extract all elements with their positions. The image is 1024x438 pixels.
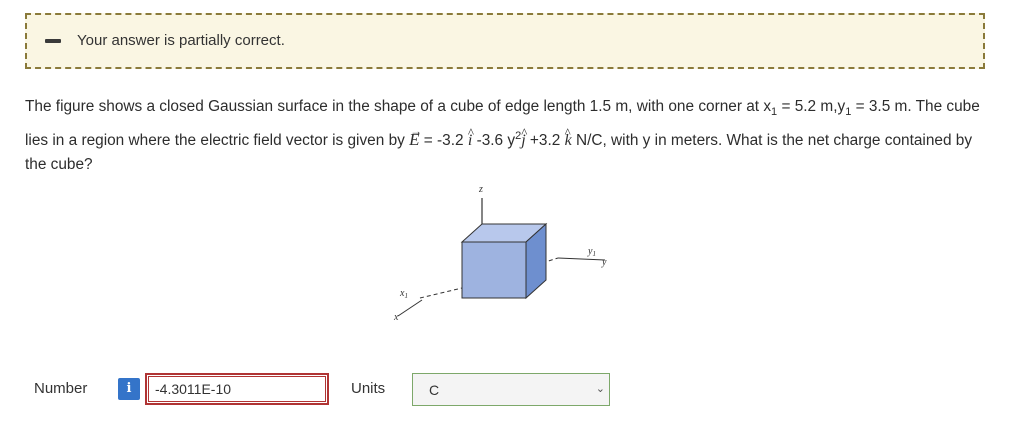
units-selected-value: C: [429, 382, 440, 398]
y-axis: [557, 257, 606, 261]
j-hat-symbol: ^ j: [521, 125, 527, 149]
k-hat-caret: ^: [564, 125, 571, 141]
feedback-banner: Your answer is partially correct.: [25, 13, 985, 69]
number-answer-input[interactable]: [148, 376, 326, 402]
units-label: Units: [351, 380, 386, 397]
x1-guide: [419, 287, 463, 299]
question-text-part5: -3.6 y: [472, 132, 516, 150]
question-text: The figure shows a closed Gaussian surfa…: [25, 95, 985, 177]
question-text-part6: +3.2: [525, 132, 565, 150]
question-text-part2: = 5.2 m,y: [777, 98, 846, 115]
z-axis-label: z: [478, 184, 483, 195]
x-axis: [397, 299, 423, 317]
chevron-down-icon: ⌄: [595, 383, 605, 395]
x-axis-label: x: [393, 312, 399, 323]
vector-arrow: →: [410, 124, 423, 139]
e-vector-symbol: → E: [409, 124, 422, 149]
number-input-frame: [145, 373, 329, 405]
units-select[interactable]: C ⌄: [412, 373, 610, 406]
y-axis-label: y: [601, 257, 607, 268]
partial-correct-icon: [45, 39, 61, 43]
k-hat-symbol: ^ k: [565, 125, 572, 149]
gaussian-cube-figure: z y1 y x1 x: [393, 184, 607, 323]
question-text-part4: = -3.2: [419, 132, 468, 150]
j-hat-caret: ^: [521, 125, 528, 141]
info-icon[interactable]: i: [118, 378, 140, 400]
question-text-part1: The figure shows a closed Gaussian surfa…: [25, 98, 772, 115]
i-hat-symbol: ^ i: [468, 125, 474, 149]
number-label: Number: [34, 380, 88, 397]
x1-label: x1: [399, 288, 408, 300]
i-hat-caret: ^: [467, 125, 474, 141]
y1-label: y1: [587, 246, 596, 258]
feedback-message: Your answer is partially correct.: [77, 32, 285, 49]
cube-front-face: [461, 241, 527, 299]
